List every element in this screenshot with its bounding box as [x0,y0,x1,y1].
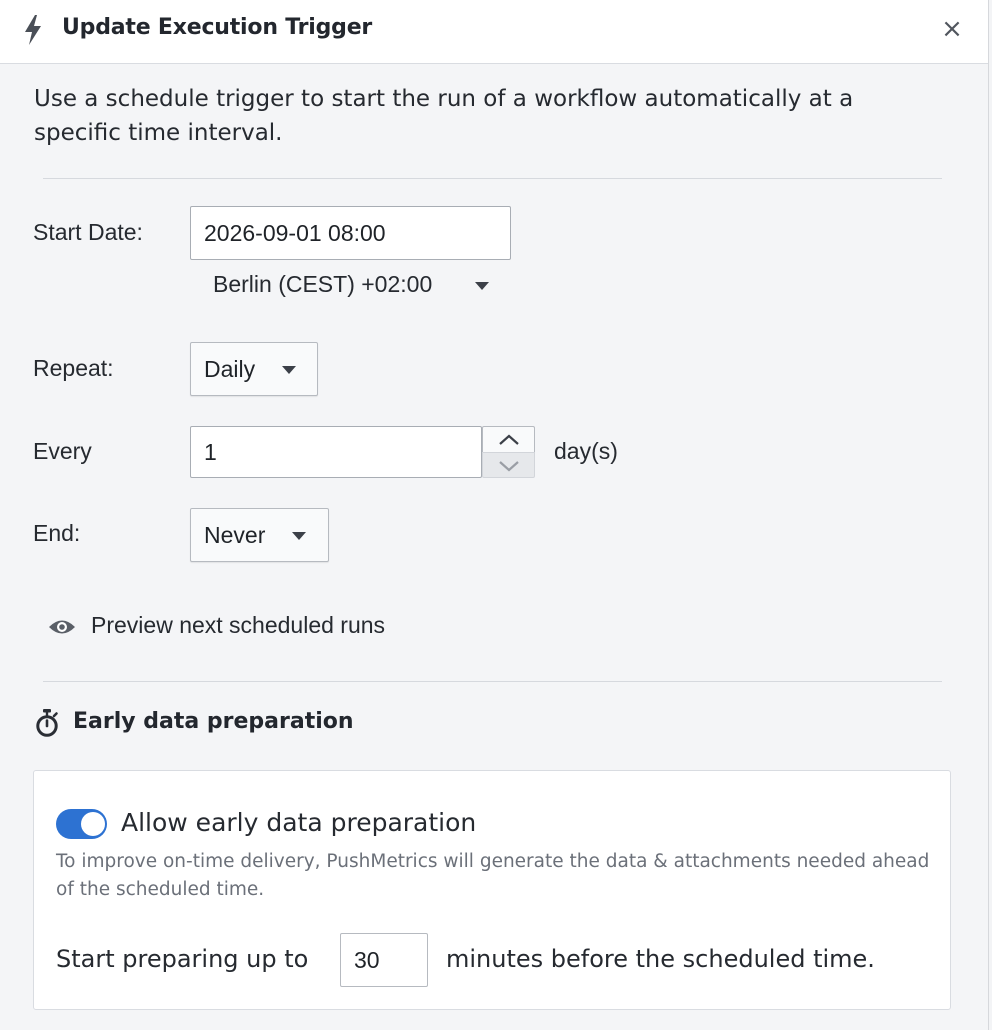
end-label: End: [33,520,81,546]
bolt-icon [25,15,41,45]
dialog-description: Use a schedule trigger to start the run … [34,86,854,146]
every-input[interactable] [190,426,482,478]
toggle-knob [81,812,105,836]
prep-minutes-input[interactable] [340,933,428,987]
chevron-down-icon [499,461,519,472]
early-prep-card: Allow early data preparation To improve … [33,770,951,1010]
prep-prefix-label: Start preparing up to [56,945,309,973]
prep-suffix-label: minutes before the scheduled time. [446,945,875,973]
execution-trigger-dialog: Update Execution Trigger × Use a schedul… [0,0,989,1030]
chevron-up-icon [499,434,519,445]
end-value: Never [204,522,266,548]
eye-icon [49,620,75,634]
early-prep-toggle[interactable] [56,809,107,839]
timezone-value: Berlin (CEST) +02:00 [213,271,433,297]
toggle-label: Allow early data preparation [121,808,477,837]
helper-text: To improve on-time delivery, PushMetrics… [56,851,930,900]
every-unit: day(s) [554,438,618,464]
caret-down-icon [282,366,296,374]
timezone-select[interactable]: Berlin (CEST) +02:00 [213,271,489,298]
repeat-label: Repeat: [33,355,114,381]
every-label: Every [33,438,92,464]
divider [43,178,942,179]
dialog-title: Update Execution Trigger [62,15,373,40]
start-date-input[interactable] [190,206,511,260]
caret-down-icon [292,532,306,540]
increment-button[interactable] [482,426,535,452]
caret-down-icon [475,282,489,290]
repeat-value: Daily [204,356,256,382]
close-icon[interactable]: × [938,14,966,44]
stopwatch-icon [36,709,58,737]
divider [43,681,942,682]
repeat-select[interactable]: Daily [190,342,318,396]
preview-runs-label: Preview next scheduled runs [91,612,386,638]
every-stepper [482,426,535,478]
section-title: Early data preparation [73,709,354,734]
decrement-button[interactable] [482,452,535,478]
end-select[interactable]: Never [190,508,329,562]
start-date-label: Start Date: [33,219,143,245]
dialog-header: Update Execution Trigger × [0,0,988,64]
